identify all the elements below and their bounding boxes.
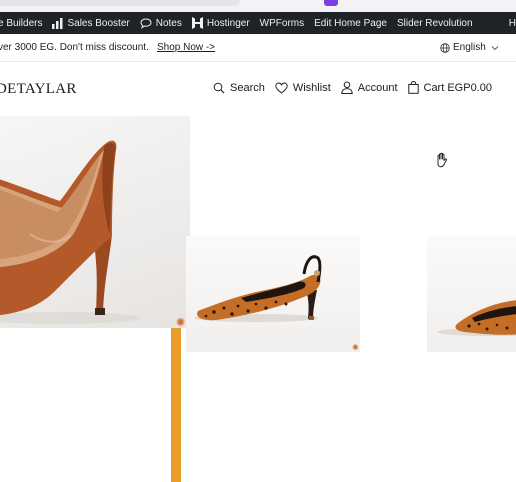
decorative-orange-bar — [171, 328, 181, 482]
admin-bar-hostinger[interactable]: Hostinger — [187, 12, 255, 34]
admin-bar-wpforms-label: WPForms — [259, 17, 305, 29]
cart-button[interactable]: Cart EGP0.00 — [407, 81, 492, 94]
promo-message: ver 3000 EG. Don't miss discount. — [0, 42, 149, 53]
wishlist-label: Wishlist — [292, 81, 331, 94]
admin-bar-account[interactable]: H — [504, 12, 516, 34]
sparkle-icon: ✺ — [176, 317, 186, 329]
language-label: English — [453, 42, 486, 53]
leopard-slingback-image — [194, 255, 322, 322]
shop-now-link[interactable]: Shop Now -> — [157, 42, 215, 53]
admin-bar-wpforms[interactable]: WPForms — [255, 12, 309, 34]
address-bar[interactable] — [0, 0, 240, 6]
admin-bar-notes[interactable]: Notes — [135, 12, 187, 34]
shopping-bag-icon — [407, 81, 419, 94]
cart-label: Cart EGP0.00 — [423, 81, 492, 94]
admin-bar-edit-home-page[interactable]: Edit Home Page — [309, 12, 392, 34]
admin-bar-hostinger-label: Hostinger — [206, 17, 250, 29]
site-logo[interactable]: DETAYLAR — [0, 81, 77, 98]
hand-cursor-icon — [437, 152, 447, 168]
globe-icon — [440, 42, 450, 53]
heart-icon — [275, 81, 288, 94]
admin-bar-builders-label: e Builders — [0, 17, 43, 29]
hero-product-image[interactable] — [0, 116, 190, 328]
admin-bar-account-label: H — [508, 17, 516, 29]
admin-bar-slider-revolution[interactable]: Slider Revolution — [392, 12, 478, 34]
sparkle-icon: ✺ — [352, 343, 359, 352]
wp-admin-bar: e Builders Sales Booster Notes Hostinger… — [0, 12, 516, 34]
browser-toolbar — [0, 0, 516, 12]
admin-bar-slider-revolution-label: Slider Revolution — [396, 17, 473, 29]
header-nav: Search Wishlist Account Cart EGP0.00 — [213, 81, 492, 94]
bar-chart-icon — [52, 17, 63, 29]
language-selector[interactable]: English — [440, 42, 502, 53]
hostinger-icon — [191, 17, 203, 29]
search-label: Search — [230, 81, 265, 94]
chevron-down-icon — [491, 45, 499, 50]
search-icon — [213, 82, 225, 93]
comment-icon — [140, 17, 152, 29]
announcement-bar: ver 3000 EG. Don't miss discount. Shop N… — [0, 34, 516, 62]
account-button[interactable]: Account — [341, 81, 398, 94]
user-icon — [341, 81, 353, 94]
admin-bar-edit-home-page-label: Edit Home Page — [314, 17, 387, 29]
brown-leather-pump-image — [0, 140, 140, 324]
search-button[interactable]: Search — [213, 82, 265, 94]
admin-bar-builders[interactable]: e Builders — [0, 12, 47, 34]
admin-bar-sales-booster-label: Sales Booster — [67, 17, 130, 29]
account-label: Account — [357, 81, 398, 94]
leopard-pump-image — [437, 300, 516, 336]
admin-bar-notes-label: Notes — [155, 17, 182, 29]
admin-bar-sales-booster[interactable]: Sales Booster — [47, 12, 134, 34]
site-header: DETAYLAR Search Wishlist Account Cart EG… — [0, 62, 516, 114]
wishlist-button[interactable]: Wishlist — [275, 82, 331, 94]
product-card-leopard-slingback[interactable] — [186, 236, 360, 352]
extension-icon[interactable] — [324, 0, 338, 6]
product-card-leopard-pump[interactable] — [427, 236, 516, 352]
